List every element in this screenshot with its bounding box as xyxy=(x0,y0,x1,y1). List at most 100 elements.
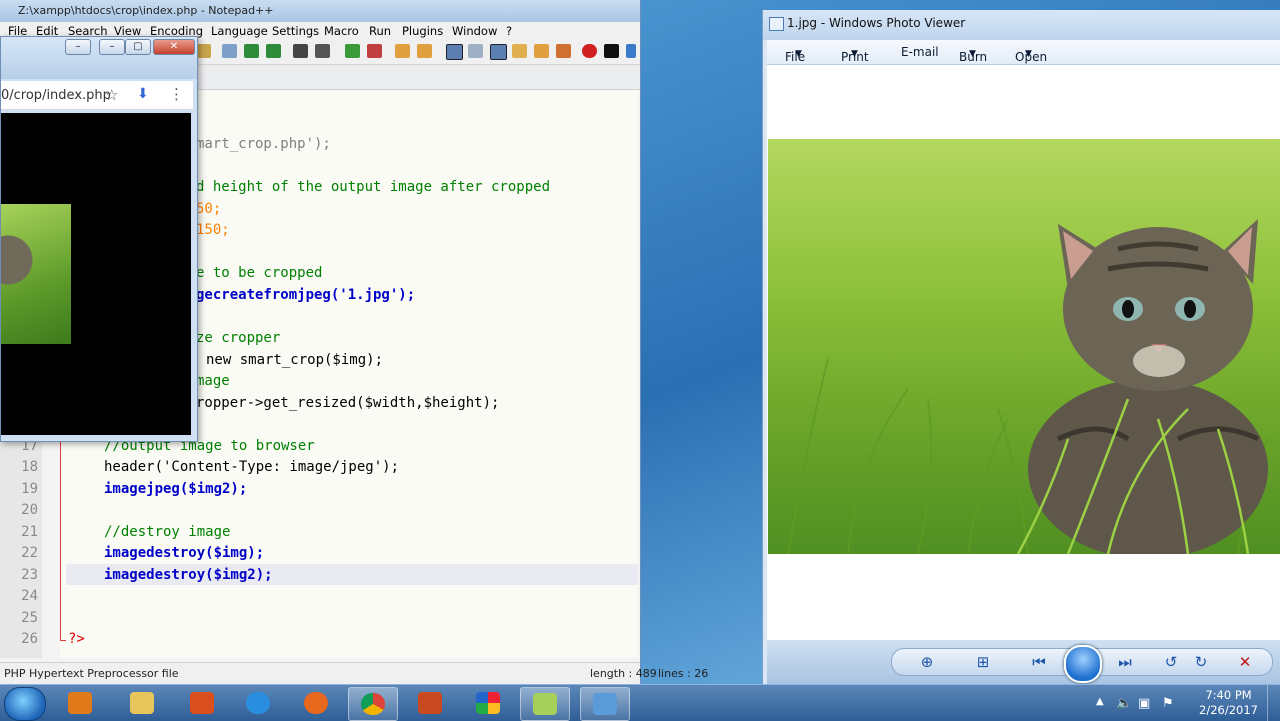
code-line: imagedestroy($img2); xyxy=(104,567,273,583)
code-line: ze cropper xyxy=(196,330,281,346)
undo-icon[interactable] xyxy=(244,44,259,58)
pv-menu-print[interactable]: Print ▼ xyxy=(841,45,869,64)
taskbar-firefox[interactable] xyxy=(292,687,340,719)
taskbar-notepad[interactable] xyxy=(520,687,570,721)
indent-guide-icon[interactable] xyxy=(490,44,507,60)
photo-viewer-title-bar[interactable]: 1.jpg - Windows Photo Viewer xyxy=(763,10,1280,40)
line-number: 26 xyxy=(21,631,38,647)
taskbar-app[interactable] xyxy=(178,687,226,719)
action-center-icon[interactable]: ⚑ xyxy=(1162,696,1174,711)
taskbar-explorer[interactable] xyxy=(118,687,166,719)
rotate-ccw-icon[interactable]: ↺ xyxy=(1160,652,1182,672)
slideshow-button[interactable] xyxy=(1064,645,1102,683)
pv-menu-open[interactable]: Open ▼ xyxy=(1015,45,1047,64)
address-bar[interactable]: 0/crop/index.php ☆ ⬇ ⋮ xyxy=(1,81,193,110)
show-hidden-icons[interactable]: ▲ xyxy=(1096,696,1104,707)
record-macro-icon[interactable] xyxy=(582,44,597,58)
line-number: 21 xyxy=(21,524,38,540)
volume-icon[interactable]: 🔈 xyxy=(1116,696,1132,711)
status-length: length : 489 xyxy=(590,667,657,680)
close-button[interactable]: ✕ xyxy=(153,39,195,55)
code-line: imagedestroy($img); xyxy=(104,545,265,561)
menu-help[interactable]: ? xyxy=(506,24,512,38)
notepad-title-bar[interactable]: Z:\xampp\htdocs\crop\index.php - Notepad… xyxy=(0,0,640,22)
actual-size-icon[interactable]: ⊞ xyxy=(972,652,994,672)
code-line: header('Content-Type: image/jpeg'); xyxy=(104,459,400,475)
wrap-icon[interactable] xyxy=(446,44,463,60)
doc-map-icon[interactable] xyxy=(512,44,527,58)
save-all-icon[interactable] xyxy=(196,44,211,58)
clock-date: 2/26/2017 xyxy=(1199,703,1258,717)
delete-icon[interactable]: ✕ xyxy=(1234,652,1256,672)
taskbar-chrome[interactable] xyxy=(348,687,398,721)
folder-workspace-icon[interactable] xyxy=(556,44,571,58)
zoom-in-icon[interactable] xyxy=(345,44,360,58)
code-line: e to be cropped xyxy=(196,265,323,281)
line-number: 19 xyxy=(21,481,38,497)
taskbar-xampp[interactable] xyxy=(464,687,512,719)
menu-plugins[interactable]: Plugins xyxy=(402,24,443,38)
menu-window[interactable]: Window xyxy=(452,24,497,38)
menu-run[interactable]: Run xyxy=(369,24,391,38)
taskbar-media-player[interactable] xyxy=(56,687,104,719)
sync-v-icon[interactable] xyxy=(395,44,410,58)
minimize-button[interactable]: – xyxy=(65,39,91,55)
extension-icon[interactable]: ⬇ xyxy=(137,86,149,102)
taskbar: ▲ 🔈 ▣ ⚑ 7:40 PM 2/26/2017 xyxy=(0,684,1280,721)
photo-viewer-icon xyxy=(593,693,617,715)
pv-menu-burn[interactable]: Burn ▼ xyxy=(959,45,987,64)
previous-icon[interactable]: ⏮ xyxy=(1028,652,1050,672)
browser-window: – – ▢ ✕ 0/crop/index.php ☆ ⬇ ⋮ xyxy=(0,36,198,442)
photo-viewer-app-icon xyxy=(769,17,784,31)
all-chars-icon[interactable] xyxy=(468,44,483,58)
menu-settings[interactable]: Settings xyxy=(272,24,319,38)
folder-icon xyxy=(130,692,154,714)
rotate-cw-icon[interactable]: ↻ xyxy=(1190,652,1212,672)
kitten-illustration xyxy=(787,219,1269,554)
app-icon xyxy=(190,692,214,714)
redo-icon[interactable] xyxy=(266,44,281,58)
zoom-out-icon[interactable] xyxy=(367,44,382,58)
line-number: 25 xyxy=(21,610,38,626)
clock[interactable]: 7:40 PM 2/26/2017 xyxy=(1199,688,1258,718)
url-text: 0/crop/index.php xyxy=(1,88,111,103)
stop-macro-icon[interactable] xyxy=(604,44,619,58)
pv-menu-file[interactable]: File ▼ xyxy=(785,45,805,64)
taskbar-photo-viewer[interactable] xyxy=(580,687,630,721)
menu-dots-icon[interactable]: ⋮ xyxy=(169,85,184,103)
xampp-icon xyxy=(476,692,500,714)
menu-macro[interactable]: Macro xyxy=(324,24,359,38)
notepad-icon xyxy=(533,693,557,715)
function-list-icon[interactable] xyxy=(534,44,549,58)
minimize-button-2[interactable]: – xyxy=(99,39,125,55)
media-player-icon xyxy=(68,692,92,714)
menu-language[interactable]: Language xyxy=(211,24,268,38)
zoom-icon[interactable]: ⊕ xyxy=(916,652,938,672)
notepad-status-bar: PHP Hypertext Preprocessor file length :… xyxy=(0,662,708,685)
internet-explorer-icon xyxy=(246,692,270,714)
browser-content xyxy=(1,113,191,435)
sync-h-icon[interactable] xyxy=(417,44,432,58)
taskbar-filezilla[interactable] xyxy=(406,687,454,719)
taskbar-ie[interactable] xyxy=(234,687,282,719)
photo-viewer-title: 1.jpg - Windows Photo Viewer xyxy=(787,16,966,30)
cropped-kitten-image xyxy=(1,204,71,344)
line-number: 24 xyxy=(21,588,38,604)
pv-menu-email[interactable]: E-mail xyxy=(901,45,939,59)
play-macro-icon[interactable] xyxy=(626,44,636,58)
replace-icon[interactable] xyxy=(315,44,330,58)
line-number: 20 xyxy=(21,502,38,518)
filezilla-icon xyxy=(418,692,442,714)
bookmark-star-icon[interactable]: ☆ xyxy=(105,86,118,104)
show-desktop-button[interactable] xyxy=(1267,685,1280,721)
browser-caption[interactable]: – – ▢ ✕ xyxy=(1,37,197,79)
maximize-button[interactable]: ▢ xyxy=(125,39,151,55)
close-icon[interactable] xyxy=(222,44,237,58)
start-button[interactable] xyxy=(4,687,46,721)
firefox-icon xyxy=(304,692,328,714)
find-icon[interactable] xyxy=(293,44,308,58)
photo-viewer-menu: File ▼ Print ▼ E-mail Burn ▼ Open ▼ xyxy=(767,40,1280,65)
next-icon[interactable]: ⏭ xyxy=(1114,652,1136,672)
photo-canvas[interactable] xyxy=(767,65,1280,640)
network-icon[interactable]: ▣ xyxy=(1138,696,1150,711)
